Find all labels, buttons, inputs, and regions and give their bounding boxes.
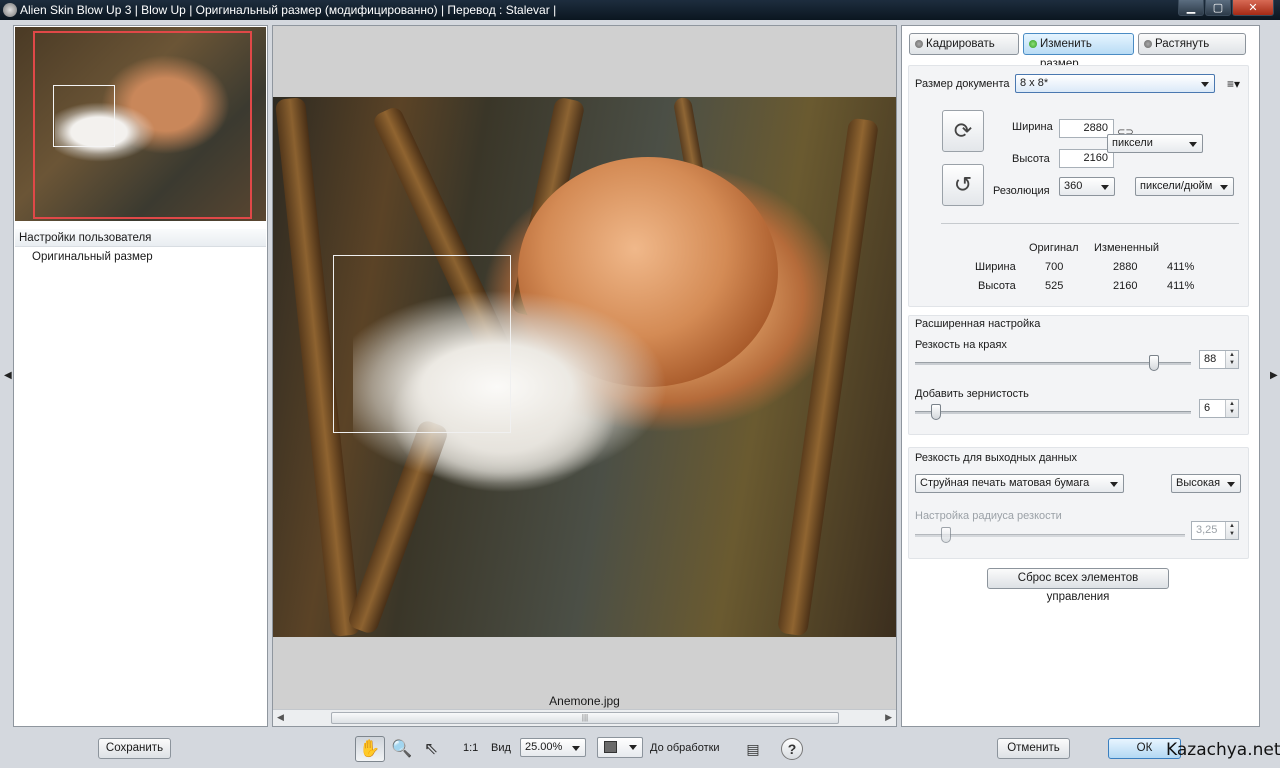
preset-item-original-size[interactable]: Оригинальный размер: [32, 251, 153, 263]
help-button[interactable]: ?: [778, 736, 806, 762]
compare-height-percent: 411%: [1167, 280, 1195, 292]
height-label: Высота: [1012, 153, 1050, 165]
presets-header[interactable]: Настройки пользователя: [15, 229, 266, 247]
compare-width-label: Ширина: [975, 261, 1016, 273]
before-processing-label[interactable]: До обработки: [650, 742, 720, 754]
color-swatch-icon: [604, 741, 617, 753]
width-input[interactable]: 2880: [1059, 119, 1114, 138]
compare-height-label: Высота: [978, 280, 1016, 292]
grain-spinner[interactable]: 6 ▲ ▼: [1199, 399, 1239, 418]
help-icon: ?: [781, 738, 803, 760]
tab-stretch[interactable]: Растянуть: [1138, 33, 1246, 55]
zoom-tool-icon[interactable]: 🔍: [388, 736, 416, 762]
reset-size-button[interactable]: ↺: [942, 164, 984, 206]
spinner-arrows-icon[interactable]: ▲ ▼: [1225, 351, 1238, 368]
watermark: Kazachya.net: [1166, 740, 1280, 760]
rotate-page-icon: ⟳: [953, 118, 973, 143]
preview-panel: Anemone.jpg ◀ ||| ▶: [272, 25, 897, 727]
zoom-select[interactable]: 25.00%: [520, 738, 586, 757]
radius-track: [915, 534, 1185, 537]
loupe-frame[interactable]: [53, 85, 115, 147]
col-original-header: Оригинал: [1029, 242, 1079, 254]
quality-select[interactable]: Высокая: [1171, 474, 1241, 493]
presets-menu-icon[interactable]: ≡▾: [1227, 77, 1240, 91]
bottom-toolbar: Сохранить ✋ 🔍 ⇖ 1:1 Вид 25.00% До обрабо…: [0, 730, 1280, 768]
compare-width-modified: 2880: [1113, 261, 1138, 273]
document-size-select[interactable]: 8 x 8*: [1015, 74, 1215, 93]
window-controls: ▁ ▢ ✕: [1178, 0, 1274, 16]
collapse-right-arrow-icon[interactable]: ▶: [1270, 370, 1278, 381]
pointer-tool-icon[interactable]: ⇖: [417, 736, 445, 762]
spinner-arrows-icon: ▲ ▼: [1225, 522, 1238, 539]
stretch-status-icon: [1144, 40, 1152, 48]
compare-width-original: 700: [1045, 261, 1064, 273]
window-title: Alien Skin Blow Up 3 | Blow Up | Оригина…: [20, 3, 557, 17]
loupe-box[interactable]: [333, 255, 511, 433]
compare-height-modified: 2160: [1113, 280, 1138, 292]
close-button[interactable]: ✕: [1232, 0, 1274, 16]
cancel-button[interactable]: Отменить: [997, 738, 1070, 759]
app-logo-icon: [3, 3, 17, 17]
title-bar: Alien Skin Blow Up 3 | Blow Up | Оригина…: [0, 0, 1280, 20]
grain-track[interactable]: [915, 411, 1191, 414]
scroll-right-icon[interactable]: ▶: [885, 712, 892, 723]
height-input[interactable]: 2160: [1059, 149, 1114, 168]
maximize-button[interactable]: ▢: [1205, 0, 1231, 16]
spinner-arrows-icon[interactable]: ▲ ▼: [1225, 400, 1238, 417]
advanced-title: Расширенная настройка: [915, 318, 1041, 330]
settings-panel: Кадрировать Изменить размер Растянуть Ра…: [901, 25, 1260, 727]
collapse-left-arrow-icon[interactable]: ◀: [4, 370, 12, 381]
output-sharpening-section: Резкость для выходных данных Струйная пе…: [908, 447, 1249, 559]
edge-sharpness-spinner[interactable]: 88 ▲ ▼: [1199, 350, 1239, 369]
compare-height-original: 525: [1045, 280, 1064, 292]
tab-crop[interactable]: Кадрировать: [909, 33, 1019, 55]
tab-resize[interactable]: Изменить размер: [1023, 33, 1134, 70]
output-title: Резкость для выходных данных: [915, 452, 1078, 464]
col-modified-header: Измененный: [1094, 242, 1160, 254]
edge-sharpness-slider[interactable]: [1149, 355, 1160, 371]
width-label: Ширина: [1012, 121, 1053, 133]
minimize-button[interactable]: ▁: [1178, 0, 1204, 16]
advanced-section: Расширенная настройка Резкость на краях …: [908, 315, 1249, 435]
tab-crop-label: Кадрировать: [926, 38, 995, 50]
unit-select[interactable]: пиксели: [1107, 134, 1203, 153]
undo-resize-icon: ↺: [953, 172, 973, 197]
hand-tool-icon[interactable]: ✋: [355, 736, 385, 762]
scroll-thumb[interactable]: |||: [331, 712, 839, 724]
preview-image[interactable]: [273, 97, 896, 637]
resize-status-icon: [1029, 40, 1037, 48]
compare-view-icon[interactable]: ▤: [739, 736, 767, 762]
document-size-label: Размер документа: [915, 78, 1010, 90]
reset-all-button[interactable]: Сброс всех элементов управления: [987, 568, 1169, 603]
background-color-select[interactable]: [597, 737, 643, 758]
grain-value: 6: [1204, 402, 1211, 414]
edge-sharpness-label: Резкость на краях: [915, 339, 1007, 351]
radius-label: Настройка радиуса резкости: [915, 510, 1062, 522]
scroll-left-icon[interactable]: ◀: [277, 712, 284, 723]
image-filename: Anemone.jpg: [549, 694, 620, 708]
radius-slider: [941, 527, 951, 543]
view-label: Вид: [491, 742, 511, 754]
divider: [941, 223, 1239, 224]
save-button[interactable]: Сохранить: [98, 738, 171, 759]
resolution-label: Резолюция: [993, 185, 1050, 197]
edge-sharpness-value: 88: [1204, 353, 1217, 365]
resolution-unit-select[interactable]: пиксели/дюйм: [1135, 177, 1234, 196]
compare-width-percent: 411%: [1167, 261, 1195, 273]
left-panel: Настройки пользователя Оригинальный разм…: [13, 25, 268, 727]
crop-status-icon: [915, 40, 923, 48]
tab-stretch-label: Растянуть: [1155, 38, 1210, 50]
swap-orientation-button[interactable]: ⟳: [942, 110, 984, 152]
grain-slider[interactable]: [930, 404, 941, 420]
grain-label: Добавить зернистость: [915, 388, 1029, 400]
document-size-section: Размер документа 8 x 8* ≡▾ ⟳ ↺ Ширина 28…: [908, 65, 1249, 307]
printer-type-select[interactable]: Струйная печать матовая бумага: [915, 474, 1124, 493]
resolution-select[interactable]: 360: [1059, 177, 1115, 196]
actual-size-button[interactable]: 1:1: [463, 742, 478, 754]
horizontal-scrollbar[interactable]: ◀ ||| ▶: [273, 709, 896, 726]
navigator-thumbnail[interactable]: [15, 27, 266, 221]
radius-spinner: 3,25 ▲ ▼: [1191, 521, 1239, 540]
radius-value: 3,25: [1196, 524, 1218, 536]
